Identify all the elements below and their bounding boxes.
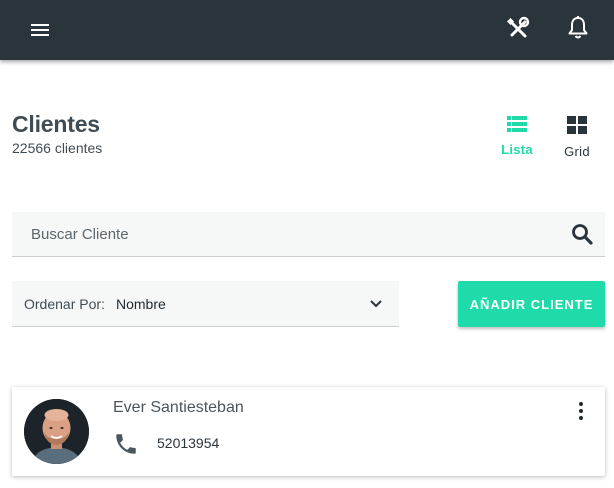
- client-card[interactable]: Ever Santiesteban 52013954: [12, 387, 605, 476]
- app-header: [0, 0, 614, 60]
- list-view-icon: [507, 116, 527, 136]
- menu-icon[interactable]: [28, 18, 52, 42]
- chevron-down-icon: [369, 297, 383, 311]
- sort-label: Ordenar Por:: [24, 296, 105, 312]
- add-client-button[interactable]: AÑADIR CLIENTE: [458, 281, 605, 327]
- search-bar: [12, 212, 605, 257]
- client-phone: 52013954: [157, 435, 220, 451]
- sort-select[interactable]: Ordenar Por: Nombre: [12, 281, 399, 327]
- search-input[interactable]: [12, 212, 552, 256]
- view-grid-label: Grid: [564, 144, 590, 159]
- view-list-label: Lista: [501, 142, 533, 157]
- avatar: [24, 399, 89, 464]
- bell-icon[interactable]: [566, 15, 590, 41]
- grid-view-icon: [567, 116, 587, 138]
- page-title: Clientes: [12, 111, 100, 137]
- view-list-toggle[interactable]: Lista: [496, 116, 538, 157]
- client-name[interactable]: Ever Santiesteban: [113, 399, 244, 417]
- search-icon[interactable]: [571, 223, 593, 245]
- more-options-icon[interactable]: [574, 401, 588, 421]
- phone-icon: [113, 431, 139, 457]
- tools-icon[interactable]: [505, 16, 531, 42]
- client-count: 22566 clientes: [12, 140, 103, 156]
- sort-value: Nombre: [116, 296, 166, 312]
- view-grid-toggle[interactable]: Grid: [556, 116, 598, 159]
